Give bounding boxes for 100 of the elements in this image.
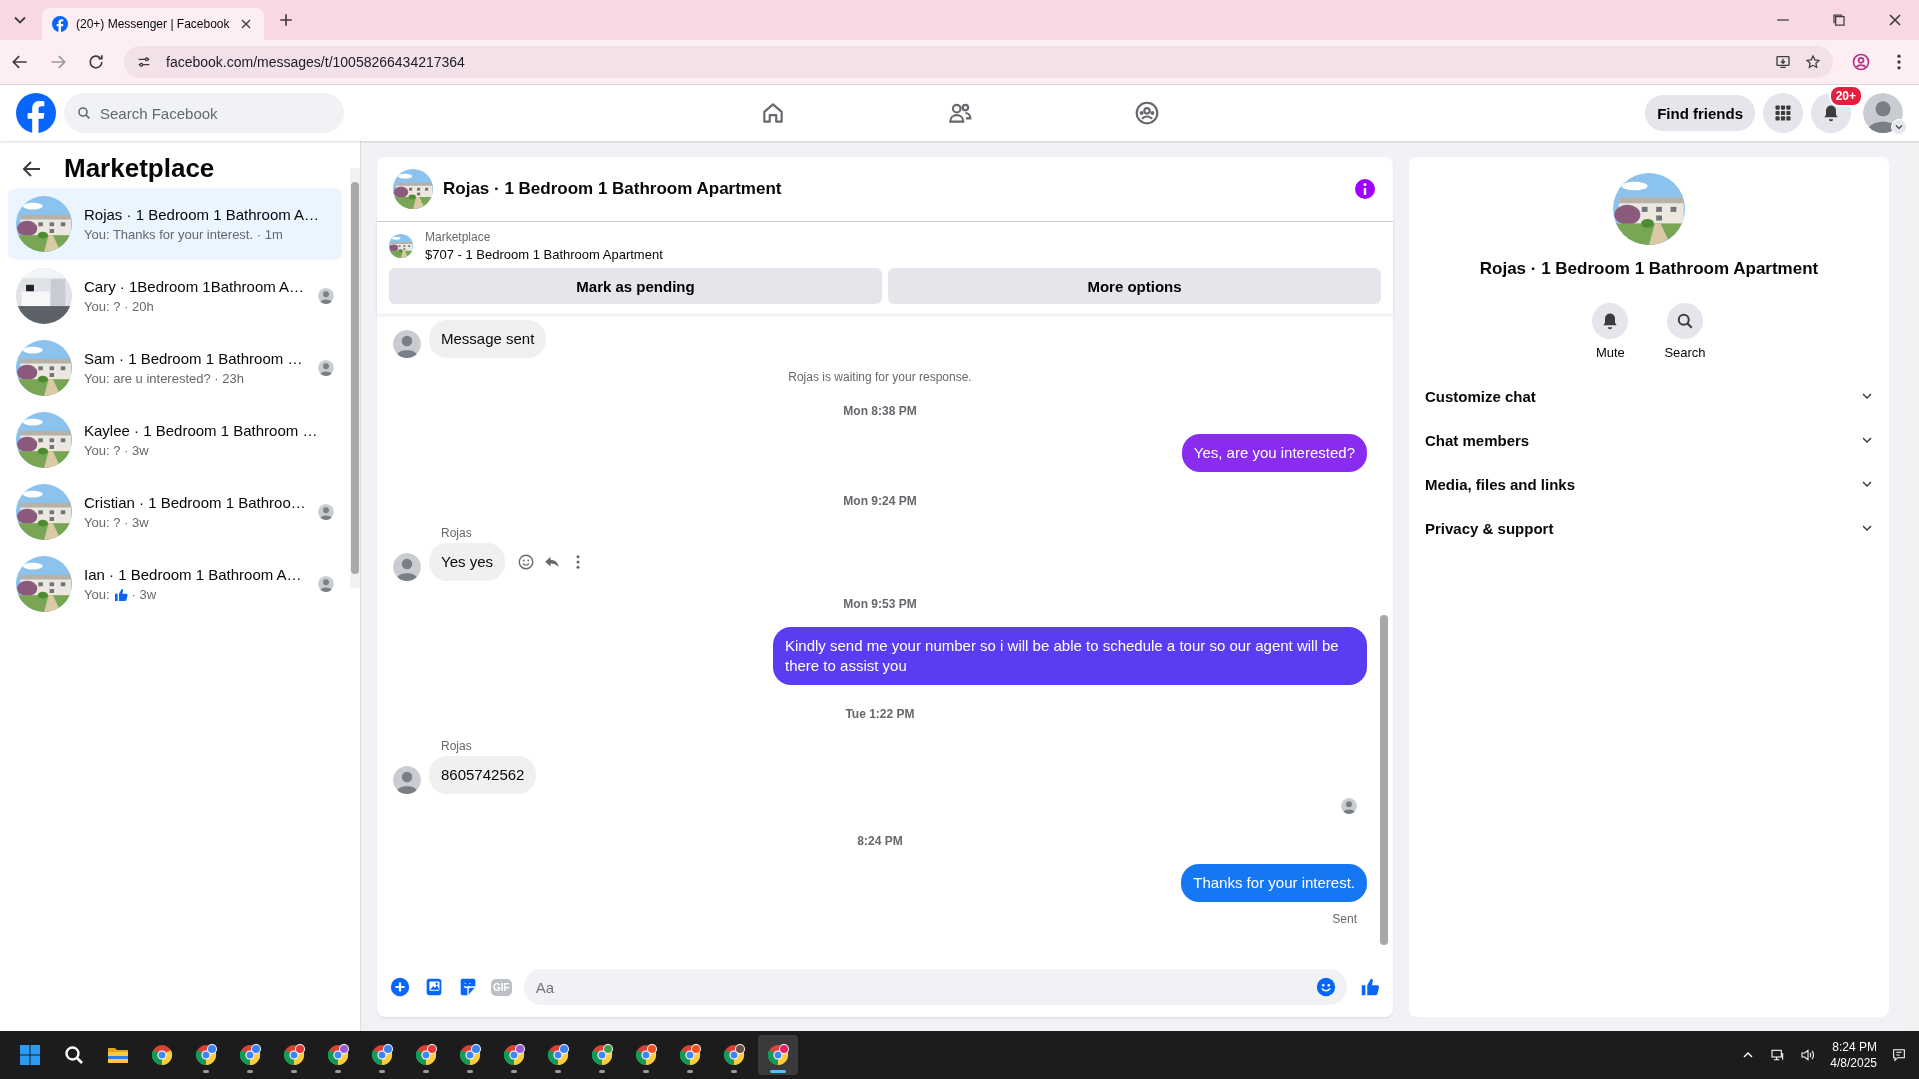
timestamp: Mon 9:53 PM <box>842 597 918 611</box>
conversation-item[interactable]: Cristian · 1 Bedroom 1 Bathroo… You: ? · 3w <box>8 476 342 548</box>
notification-badge: 20+ <box>1828 85 1863 107</box>
status-text: Rojas is waiting for your response. <box>787 370 973 384</box>
search-box[interactable]: Search Facebook <box>64 93 344 133</box>
message-preview: You: ? · 3w <box>84 443 149 458</box>
profile-icon[interactable] <box>1851 52 1871 72</box>
sidebar-title: Marketplace <box>64 153 215 184</box>
listing-button[interactable]: More options <box>888 268 1381 304</box>
message-preview: You: are u interested? · 23h <box>84 371 244 386</box>
action-label: Search <box>1664 345 1706 360</box>
search-icon <box>1675 311 1695 331</box>
section-label: Customize chat <box>1425 387 1536 405</box>
emoji-icon[interactable] <box>1315 976 1337 998</box>
timestamp: Mon 8:38 PM <box>842 404 918 418</box>
windows-icon <box>18 1043 42 1067</box>
reload-icon[interactable] <box>86 52 106 72</box>
browser-icon <box>678 1043 702 1067</box>
browser-icon <box>282 1043 306 1067</box>
conversation-name: Rojas · 1 Bedroom 1 Bathroom A… <box>84 206 321 223</box>
browser-icon <box>370 1043 394 1067</box>
message-time: · 3w <box>131 587 157 602</box>
timestamp: Tue 1:22 PM <box>844 707 916 721</box>
sender-avatar <box>393 553 421 581</box>
section-row[interactable]: Privacy & support <box>1409 506 1889 550</box>
section-label: Privacy & support <box>1425 519 1554 537</box>
find-friends-button[interactable]: Find friends <box>1645 95 1755 131</box>
url-text: facebook.com/messages/t/10058266434217364 <box>166 54 465 70</box>
clock-date: 4/8/2025 <box>1830 1055 1877 1071</box>
facebook-logo-icon <box>52 16 68 32</box>
profile-avatar <box>1863 93 1903 133</box>
add-icon[interactable] <box>389 976 411 998</box>
message-bubble: Yes, are you interested? <box>1181 434 1367 472</box>
browser-icon <box>238 1043 262 1067</box>
conversation-item[interactable]: Kaylee · 1 Bedroom 1 Bathroom … You: ? · 3w <box>8 404 342 476</box>
browser-icon <box>634 1043 658 1067</box>
volume-icon[interactable] <box>1800 1047 1817 1063</box>
timestamp: Mon 9:24 PM <box>842 494 918 508</box>
clock-time: 8:24 PM <box>1832 1039 1877 1055</box>
info-icon[interactable] <box>1353 177 1377 201</box>
scrollbar[interactable] <box>349 168 360 588</box>
conversation-item[interactable]: Cary · 1Bedroom 1Bathroom A… You: ? · 20h <box>8 260 342 332</box>
listing-button[interactable]: Mark as pending <box>389 268 882 304</box>
conversation-item[interactable]: Ian · 1 Bedroom 1 Bathroom A… You: · 3w <box>8 548 342 620</box>
section-label: Chat members <box>1425 431 1530 449</box>
listing-title: $707 - 1 Bedroom 1 Bathroom Apartment <box>425 247 663 262</box>
message-preview: You: Thanks for your interest. · 1m <box>84 227 283 242</box>
search-field[interactable]: Search Facebook <box>100 93 332 133</box>
browser-icon <box>766 1043 790 1067</box>
browser-icon <box>194 1043 218 1067</box>
message-bubble: Yes yes <box>429 543 505 581</box>
message-bubble: 8605742562 <box>429 756 537 794</box>
conversation-item[interactable]: Sam · 1 Bedroom 1 Bathroom … You: are u interested? · 23h <box>8 332 342 404</box>
message-preview: You: ? · 20h <box>84 299 154 314</box>
conversation-name: Cary · 1Bedroom 1Bathroom A… <box>84 278 306 295</box>
taskbar-app[interactable] <box>758 1035 798 1075</box>
section-row[interactable]: Customize chat <box>1409 374 1889 418</box>
bookmark-star-icon[interactable] <box>1805 54 1821 70</box>
address-bar[interactable]: facebook.com/messages/t/10058266434217364 <box>124 46 1833 78</box>
message-bubble: Kindly send me your number so i will be able to schedule a tour so our agent will be there to assist you <box>773 627 1367 685</box>
timestamp: 8:24 PM <box>856 834 904 848</box>
mute-button[interactable] <box>1592 303 1629 339</box>
thumbs-up-icon[interactable] <box>1359 976 1381 998</box>
browser-icon <box>326 1043 350 1067</box>
read-receipt-avatar <box>1341 798 1357 814</box>
chat-title: Rojas · 1 Bedroom 1 Bathroom Apartment <box>1479 259 1819 279</box>
section-label: Media, files and links <box>1425 475 1576 493</box>
message-bubble: Message sent <box>429 320 547 358</box>
sender-name: Rojas <box>441 739 473 753</box>
search-icon <box>76 105 92 121</box>
facebook-logo-icon[interactable] <box>16 93 56 133</box>
section-row[interactable]: Media, files and links <box>1409 462 1889 506</box>
sender-avatar <box>393 330 421 358</box>
conversation-name: Cristian · 1 Bedroom 1 Bathroo… <box>84 494 306 511</box>
conversation-item[interactable]: Rojas · 1 Bedroom 1 Bathroom A… You: Thanks for your interest. · 1m <box>8 188 342 260</box>
conversation-name: Sam · 1 Bedroom 1 Bathroom … <box>84 350 304 367</box>
scrollbar[interactable] <box>1905 141 1919 1031</box>
conversation-name: Kaylee · 1 Bedroom 1 Bathroom … <box>84 422 319 439</box>
message-bubble: Thanks for your interest. <box>1181 864 1367 902</box>
browser-tab[interactable]: (20+) Messenger | Facebook <box>42 8 264 40</box>
browser-icon <box>458 1043 482 1067</box>
listing-label: Marketplace <box>425 230 492 244</box>
react-icon[interactable] <box>517 553 535 571</box>
action-label: Mute <box>1595 345 1625 360</box>
thumbs-up-icon <box>112 586 129 603</box>
section-row[interactable]: Chat members <box>1409 418 1889 462</box>
groups-icon[interactable] <box>1133 100 1160 126</box>
tab-title: (20+) Messenger | Facebook <box>76 17 230 31</box>
browser-icon <box>150 1043 174 1067</box>
browser-icon <box>414 1043 438 1067</box>
site-settings-icon[interactable] <box>136 54 152 70</box>
install-icon[interactable] <box>1775 54 1791 70</box>
chat-title: Rojas · 1 Bedroom 1 Bathroom Apartment <box>443 179 782 199</box>
notifications-icon[interactable] <box>1891 1047 1907 1063</box>
delivery-status: Sent <box>1332 912 1357 926</box>
browser-icon <box>502 1043 526 1067</box>
menu-button[interactable] <box>1763 93 1803 133</box>
search-button[interactable] <box>1667 303 1703 339</box>
message-preview: You: ? · 3w <box>84 515 149 530</box>
browser-icon <box>590 1043 614 1067</box>
